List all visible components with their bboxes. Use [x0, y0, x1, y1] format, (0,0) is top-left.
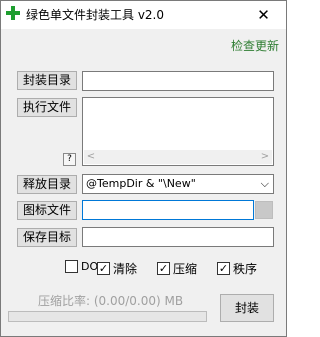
option-clear[interactable]: ✓ 清除: [97, 260, 137, 277]
order-checkbox[interactable]: ✓: [217, 262, 230, 275]
option-order-label: 秩序: [233, 262, 258, 276]
package-dir-field[interactable]: [82, 71, 274, 91]
chevron-down-icon[interactable]: ⌵: [261, 175, 269, 192]
clear-checkbox[interactable]: ✓: [97, 262, 110, 275]
green-plus-icon: [6, 6, 20, 20]
scroll-left-icon[interactable]: <: [84, 150, 98, 164]
help-icon[interactable]: ?: [63, 153, 76, 166]
save-target-button[interactable]: 保存目标: [17, 228, 77, 247]
dos-checkbox[interactable]: [65, 260, 78, 273]
icon-preview: [255, 201, 273, 219]
extract-dir-value: @TempDir & "\New": [86, 177, 196, 190]
exec-file-button[interactable]: 执行文件: [17, 98, 77, 117]
pack-button[interactable]: 封装: [220, 294, 274, 322]
compress-checkbox[interactable]: ✓: [157, 262, 170, 275]
save-target-field[interactable]: [82, 227, 274, 247]
title-bar: 绿色单文件封装工具 v2.0 ✕: [1, 1, 286, 29]
close-icon: ✕: [257, 6, 270, 24]
icon-file-button[interactable]: 图标文件: [17, 201, 77, 220]
exec-file-memo[interactable]: < >: [82, 97, 274, 166]
icon-file-field[interactable]: [82, 200, 254, 220]
option-clear-label: 清除: [113, 262, 138, 276]
check-update-link[interactable]: 检查更新: [231, 37, 279, 54]
extract-dir-select[interactable]: @TempDir & "\New" ⌵: [82, 174, 274, 194]
option-compress[interactable]: ✓ 压缩: [157, 260, 197, 277]
horizontal-scrollbar[interactable]: < >: [84, 150, 272, 164]
option-order[interactable]: ✓ 秩序: [217, 260, 257, 277]
option-compress-label: 压缩: [173, 262, 198, 276]
package-dir-button[interactable]: 封装目录: [17, 71, 77, 90]
progress-bar: [8, 311, 207, 322]
app-window: 绿色单文件封装工具 v2.0 ✕ 检查更新 封装目录 执行文件 < > ? 释放…: [0, 0, 287, 337]
window-title: 绿色单文件封装工具 v2.0: [26, 8, 165, 22]
compression-ratio-text: 压缩比率: (0.00/0.00) MB: [38, 294, 184, 308]
extract-dir-button[interactable]: 释放目录: [17, 175, 77, 194]
scroll-right-icon[interactable]: >: [258, 150, 272, 164]
close-button[interactable]: ✕: [241, 1, 286, 29]
